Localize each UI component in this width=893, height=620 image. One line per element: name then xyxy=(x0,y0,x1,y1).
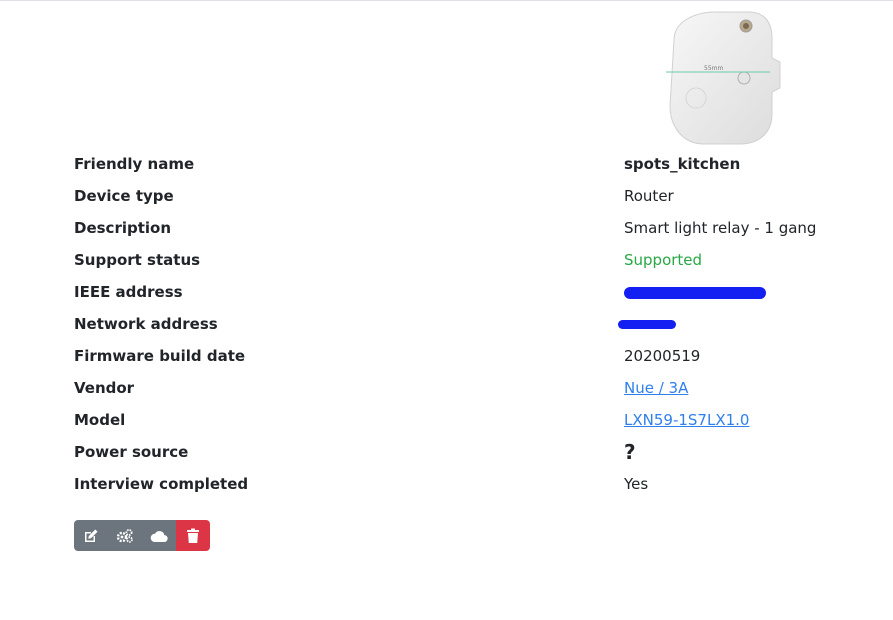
network-address-value xyxy=(618,308,676,340)
ieee-address-label: IEEE address xyxy=(74,283,183,301)
firmware-build-date-label: Firmware build date xyxy=(74,347,246,365)
row-model: Model LXN59-1S7LX1.0 xyxy=(74,404,834,436)
vendor-link[interactable]: Nue / 3A xyxy=(624,379,688,397)
device-details: Friendly name spots_kitchen Device type … xyxy=(74,148,834,500)
model-label: Model xyxy=(74,411,126,429)
configure-button[interactable] xyxy=(108,520,142,551)
model-link[interactable]: LXN59-1S7LX1.0 xyxy=(624,411,749,429)
interview-completed-label: Interview completed xyxy=(74,475,249,493)
network-address-redaction xyxy=(618,320,676,329)
power-source-label: Power source xyxy=(74,443,189,461)
row-power-source: Power source ? xyxy=(74,436,834,468)
ieee-address-value xyxy=(624,276,766,308)
friendly-name-label: Friendly name xyxy=(74,155,195,173)
description-label: Description xyxy=(74,219,172,237)
row-vendor: Vendor Nue / 3A xyxy=(74,372,834,404)
top-divider xyxy=(0,0,893,1)
description-value: Smart light relay - 1 gang xyxy=(624,219,817,237)
device-image: 55mm xyxy=(664,10,782,146)
row-friendly-name: Friendly name spots_kitchen xyxy=(74,148,834,180)
ieee-address-redaction xyxy=(624,286,766,299)
rename-button[interactable] xyxy=(74,520,108,551)
vendor-label: Vendor xyxy=(74,379,135,397)
device-type-value: Router xyxy=(624,187,674,205)
row-firmware-build-date: Firmware build date 20200519 xyxy=(74,340,834,372)
cogs-icon xyxy=(116,528,134,544)
network-address-label: Network address xyxy=(74,315,218,333)
remove-device-button[interactable] xyxy=(176,520,210,551)
row-device-type: Device type Router xyxy=(74,180,834,212)
row-support-status: Support status Supported xyxy=(74,244,834,276)
friendly-name-value: spots_kitchen xyxy=(624,155,741,173)
row-description: Description Smart light relay - 1 gang xyxy=(74,212,834,244)
power-source-unknown-icon: ? xyxy=(624,440,636,464)
cloud-icon xyxy=(150,529,168,543)
support-status-value: Supported xyxy=(624,251,703,269)
dimension-label: 55mm xyxy=(704,65,723,72)
row-interview-completed: Interview completed Yes xyxy=(74,468,834,500)
ota-update-button[interactable] xyxy=(142,520,176,551)
row-ieee-address: IEEE address xyxy=(74,276,834,308)
trash-icon xyxy=(186,528,200,544)
interview-completed-value: Yes xyxy=(624,475,649,493)
row-network-address: Network address xyxy=(74,308,834,340)
support-status-label: Support status xyxy=(74,251,201,269)
device-type-label: Device type xyxy=(74,187,174,205)
edit-icon xyxy=(83,528,99,544)
device-actions xyxy=(74,520,210,551)
firmware-build-date-value: 20200519 xyxy=(624,347,701,365)
